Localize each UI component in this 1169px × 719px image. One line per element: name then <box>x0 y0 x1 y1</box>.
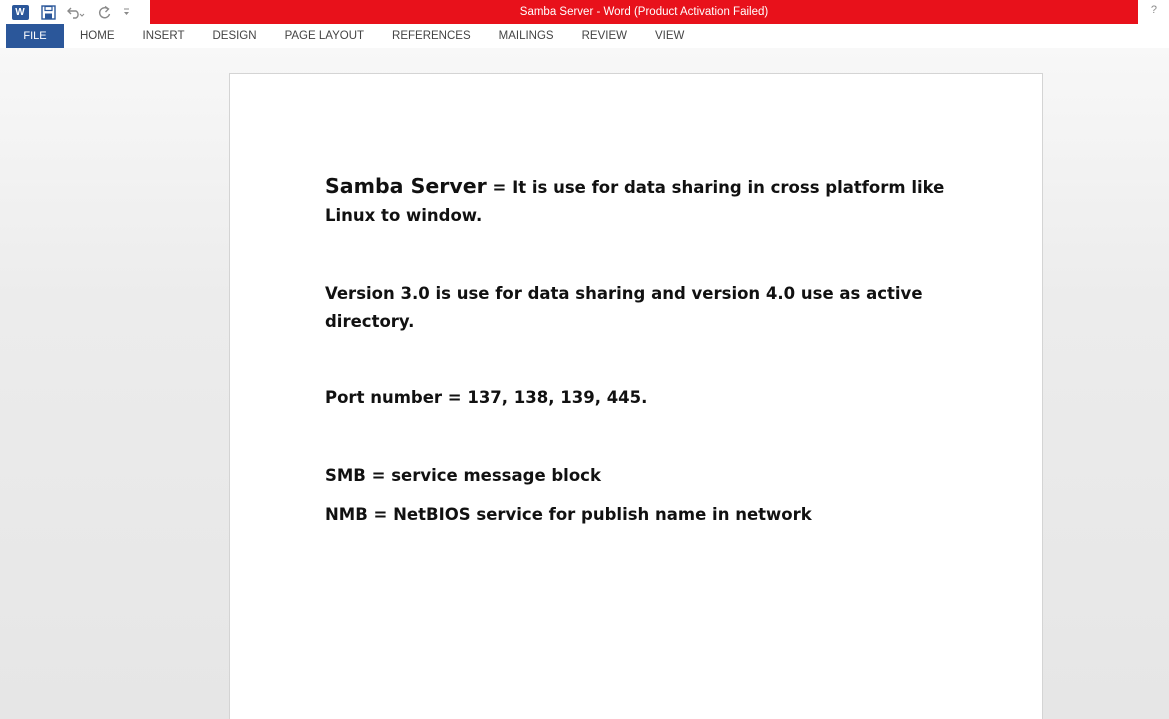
tab-file[interactable]: FILE <box>6 24 64 48</box>
window-title: Samba Server - Word (Product Activation … <box>150 0 1138 24</box>
tab-page-layout[interactable]: PAGE LAYOUT <box>271 24 378 48</box>
heading-title: Samba Server <box>325 174 487 198</box>
word-icon[interactable]: W <box>10 2 30 22</box>
customize-icon[interactable] <box>122 2 130 22</box>
quick-access-toolbar: W <box>10 2 130 22</box>
tab-insert[interactable]: INSERT <box>129 24 199 48</box>
version-paragraph: Version 3.0 is use for data sharing and … <box>325 284 923 331</box>
nmb-paragraph: NMB = NetBIOS service for publish name i… <box>325 505 812 524</box>
save-icon[interactable] <box>38 2 58 22</box>
heading-paragraph: Samba Server = It is use for data sharin… <box>325 172 945 230</box>
undo-icon[interactable] <box>66 2 86 22</box>
redo-icon[interactable] <box>94 2 114 22</box>
document-page[interactable]: Samba Server = It is use for data sharin… <box>229 73 1043 719</box>
tab-home[interactable]: HOME <box>66 24 129 48</box>
ribbon-tabs: FILE HOME INSERT DESIGN PAGE LAYOUT REFE… <box>0 24 1169 48</box>
tab-design[interactable]: DESIGN <box>198 24 270 48</box>
tab-review[interactable]: REVIEW <box>568 24 641 48</box>
help-icon[interactable]: ? <box>1151 4 1157 16</box>
tab-references[interactable]: REFERENCES <box>378 24 485 48</box>
port-paragraph: Port number = 137, 138, 139, 445. <box>325 388 648 407</box>
title-bar: W Samba Server - Word (Product Activatio… <box>0 0 1169 24</box>
word-logo: W <box>11 4 29 20</box>
smb-paragraph: SMB = service message block <box>325 466 601 485</box>
word-window: W Samba Server - Word (Product Activatio… <box>0 0 1169 719</box>
tab-view[interactable]: VIEW <box>641 24 698 48</box>
tab-mailings[interactable]: MAILINGS <box>485 24 568 48</box>
